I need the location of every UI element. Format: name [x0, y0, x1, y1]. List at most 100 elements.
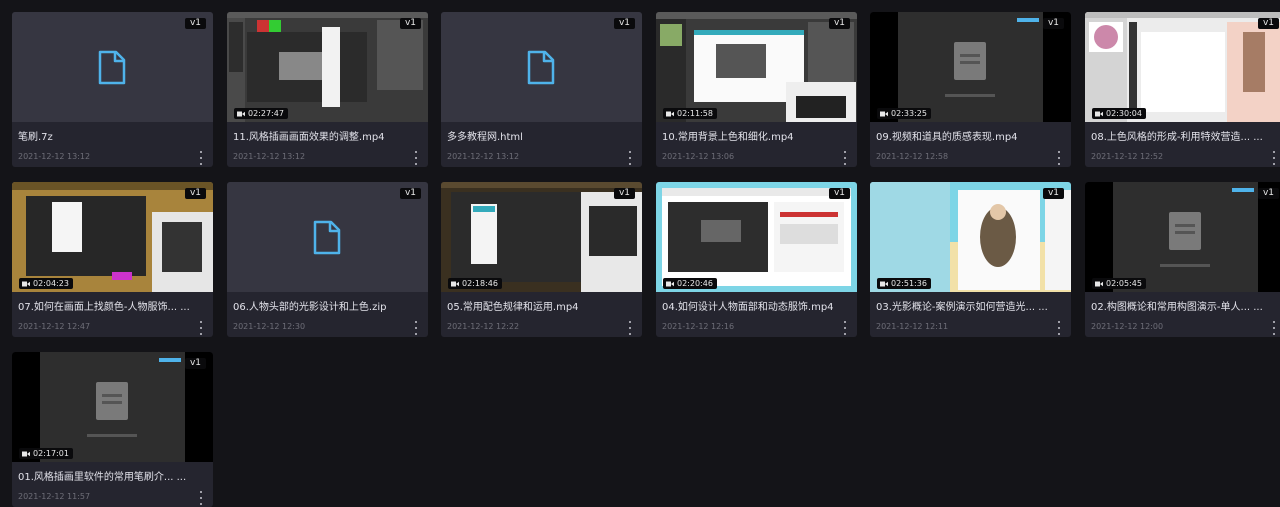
version-badge: v1: [184, 358, 206, 369]
file-name[interactable]: 03.光影概论-案例演示如何营造光... ...: [876, 301, 1054, 314]
video-preview: [441, 182, 642, 292]
file-card[interactable]: v1 02:20:46 04.如何设计人物面部和动态服饰.mp4 2021-12-12…: [656, 182, 857, 337]
duration-text: 02:04:23: [33, 279, 69, 288]
file-name[interactable]: 04.如何设计人物面部和动态服饰.mp4: [662, 301, 840, 314]
file-date: 2021-12-12 12:11: [876, 322, 949, 331]
version-badge: v1: [1257, 18, 1279, 29]
more-vertical-icon[interactable]: [1271, 151, 1277, 165]
file-card[interactable]: v1 02:30:04 08.上色风格的形成-利用特效营造... ... 2021-1…: [1085, 12, 1280, 167]
file-date: 2021-12-12 12:22: [447, 322, 520, 331]
file-name[interactable]: 11.风格插画画面效果的调整.mp4: [233, 131, 411, 144]
file-date: 2021-12-12 12:30: [233, 322, 306, 331]
file-name[interactable]: 09.视频和道具的质感表现.mp4: [876, 131, 1054, 144]
file-card[interactable]: v1 02:05:45 02.构图概论和常用构图演示-单人... ... 2021-1…: [1085, 182, 1280, 337]
video-camera-icon: [237, 111, 245, 116]
file-name[interactable]: 06.人物头部的光影设计和上色.zip: [233, 301, 411, 314]
file-grid: v1 笔刷.7z 2021-12-12 13:12 v1 02:27:47 11.风格插画…: [0, 0, 1280, 507]
video-preview: [1085, 182, 1280, 292]
more-vertical-icon[interactable]: [627, 321, 633, 335]
file-date: 2021-12-12 13:12: [18, 152, 91, 161]
file-name[interactable]: 多多教程网.html: [447, 131, 625, 144]
more-vertical-icon[interactable]: [413, 151, 419, 165]
file-date: 2021-12-12 13:12: [233, 152, 306, 161]
file-name[interactable]: 07.如何在画面上找颜色-人物服饰... ...: [18, 301, 196, 314]
duration-badge: 02:18:46: [448, 278, 502, 289]
file-card[interactable]: v1 02:04:23 07.如何在画面上找颜色-人物服饰... ... 2021-1…: [12, 182, 213, 337]
video-preview: [656, 182, 857, 292]
more-vertical-icon[interactable]: [198, 491, 204, 505]
more-vertical-icon[interactable]: [842, 151, 848, 165]
file-thumbnail[interactable]: v1: [12, 12, 213, 122]
duration-badge: 02:04:23: [19, 278, 73, 289]
video-thumbnail[interactable]: v1 02:33:25: [870, 12, 1071, 122]
file-card[interactable]: v1 多多教程网.html 2021-12-12 13:12: [441, 12, 642, 167]
video-camera-icon: [666, 281, 674, 286]
file-name[interactable]: 01.风格插画里软件的常用笔刷介... ...: [18, 471, 196, 484]
video-camera-icon: [451, 281, 459, 286]
video-thumbnail[interactable]: v1 02:20:46: [656, 182, 857, 292]
version-badge: v1: [613, 18, 635, 29]
file-thumbnail[interactable]: v1: [441, 12, 642, 122]
video-camera-icon: [880, 111, 888, 116]
version-badge: v1: [1042, 188, 1064, 199]
more-vertical-icon[interactable]: [1056, 151, 1062, 165]
file-name[interactable]: 08.上色风格的形成-利用特效营造... ...: [1091, 131, 1269, 144]
version-badge: v1: [399, 188, 421, 199]
file-date: 2021-12-12 12:00: [1091, 322, 1164, 331]
more-vertical-icon[interactable]: [198, 321, 204, 335]
video-thumbnail[interactable]: v1 02:05:45: [1085, 182, 1280, 292]
video-thumbnail[interactable]: v1 02:04:23: [12, 182, 213, 292]
video-thumbnail[interactable]: v1 02:30:04: [1085, 12, 1280, 122]
more-vertical-icon[interactable]: [413, 321, 419, 335]
file-card[interactable]: v1 02:18:46 05.常用配色规律和运用.mp4 2021-12-12 12:…: [441, 182, 642, 337]
duration-text: 02:20:46: [677, 279, 713, 288]
duration-text: 02:05:45: [1106, 279, 1142, 288]
file-thumbnail[interactable]: v1: [227, 182, 428, 292]
more-vertical-icon[interactable]: [198, 151, 204, 165]
video-camera-icon: [666, 111, 674, 116]
file-card[interactable]: v1 02:11:58 10.常用背景上色和细化.mp4 2021-12-12 13:…: [656, 12, 857, 167]
video-preview: [870, 182, 1071, 292]
video-camera-icon: [22, 281, 30, 286]
more-vertical-icon[interactable]: [1271, 321, 1277, 335]
file-card[interactable]: v1 02:27:47 11.风格插画画面效果的调整.mp4 2021-12-12 1…: [227, 12, 428, 167]
video-thumbnail[interactable]: v1 02:17:01: [12, 352, 213, 462]
file-icon: [98, 50, 126, 85]
file-card[interactable]: v1 02:33:25 09.视频和道具的质感表现.mp4 2021-12-12 12…: [870, 12, 1071, 167]
file-date: 2021-12-12 12:58: [876, 152, 949, 161]
video-preview: [12, 352, 213, 462]
version-badge: v1: [613, 188, 635, 199]
version-badge: v1: [184, 18, 206, 29]
more-vertical-icon[interactable]: [1056, 321, 1062, 335]
file-name[interactable]: 笔刷.7z: [18, 131, 196, 144]
file-card[interactable]: v1 02:51:36 03.光影概论-案例演示如何营造光... ... 2021-1…: [870, 182, 1071, 337]
more-vertical-icon[interactable]: [842, 321, 848, 335]
version-badge: v1: [1042, 18, 1064, 29]
duration-text: 02:18:46: [462, 279, 498, 288]
video-thumbnail[interactable]: v1 02:51:36: [870, 182, 1071, 292]
file-date: 2021-12-12 11:57: [18, 492, 91, 501]
duration-badge: 02:33:25: [877, 108, 931, 119]
file-card[interactable]: v1 笔刷.7z 2021-12-12 13:12: [12, 12, 213, 167]
duration-text: 02:27:47: [248, 109, 284, 118]
duration-badge: 02:05:45: [1092, 278, 1146, 289]
file-name[interactable]: 10.常用背景上色和细化.mp4: [662, 131, 840, 144]
file-date: 2021-12-12 12:52: [1091, 152, 1164, 161]
duration-badge: 02:51:36: [877, 278, 931, 289]
version-badge: v1: [184, 188, 206, 199]
more-vertical-icon[interactable]: [627, 151, 633, 165]
file-card[interactable]: v1 02:17:01 01.风格插画里软件的常用笔刷介... ... 2021-12…: [12, 352, 213, 507]
video-thumbnail[interactable]: v1 02:18:46: [441, 182, 642, 292]
file-card[interactable]: v1 06.人物头部的光影设计和上色.zip 2021-12-12 12:30: [227, 182, 428, 337]
version-badge: v1: [1257, 188, 1279, 199]
video-preview: [1085, 12, 1280, 122]
video-camera-icon: [1095, 281, 1103, 286]
duration-text: 02:11:58: [677, 109, 713, 118]
video-thumbnail[interactable]: v1 02:11:58: [656, 12, 857, 122]
duration-badge: 02:11:58: [663, 108, 717, 119]
video-thumbnail[interactable]: v1 02:27:47: [227, 12, 428, 122]
file-name[interactable]: 02.构图概论和常用构图演示-单人... ...: [1091, 301, 1269, 314]
duration-badge: 02:30:04: [1092, 108, 1146, 119]
file-date: 2021-12-12 12:47: [18, 322, 91, 331]
file-name[interactable]: 05.常用配色规律和运用.mp4: [447, 301, 625, 314]
